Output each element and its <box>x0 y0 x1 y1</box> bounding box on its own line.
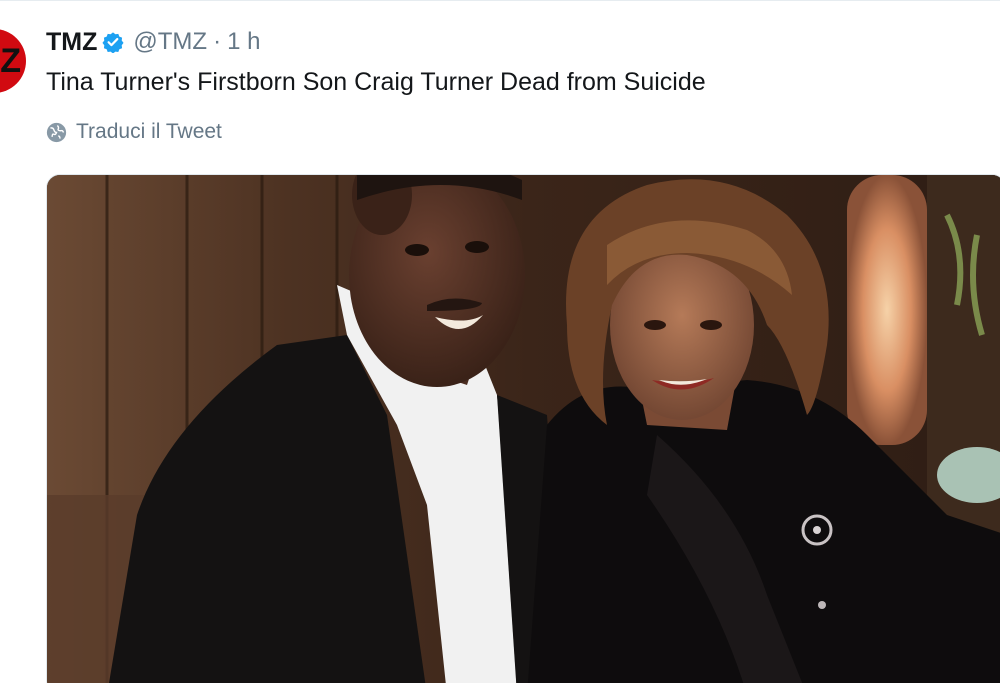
avatar[interactable]: Z <box>0 29 26 93</box>
tweet-header: TMZ @TMZ · 1 h <box>46 25 260 59</box>
photo-scene <box>47 175 1000 683</box>
verified-badge-icon <box>102 31 124 54</box>
tweet-text: Tina Turner's Firstborn Son Craig Turner… <box>46 68 706 96</box>
tweet-photo[interactable] <box>46 174 1000 683</box>
tweet-card[interactable]: Z TMZ @TMZ · 1 h Tina Turner's Firstborn… <box>0 0 1000 683</box>
separator-dot: · <box>213 28 222 55</box>
author-name[interactable]: TMZ <box>46 28 97 57</box>
avatar-logo-letter: Z <box>0 42 21 80</box>
translate-label: Traduci il Tweet <box>76 120 222 143</box>
author-handle[interactable]: @TMZ <box>133 28 207 56</box>
globe-icon <box>46 122 67 143</box>
translate-tweet-link[interactable]: Traduci il Tweet <box>46 120 222 144</box>
tweet-timestamp[interactable]: 1 h <box>227 28 260 56</box>
